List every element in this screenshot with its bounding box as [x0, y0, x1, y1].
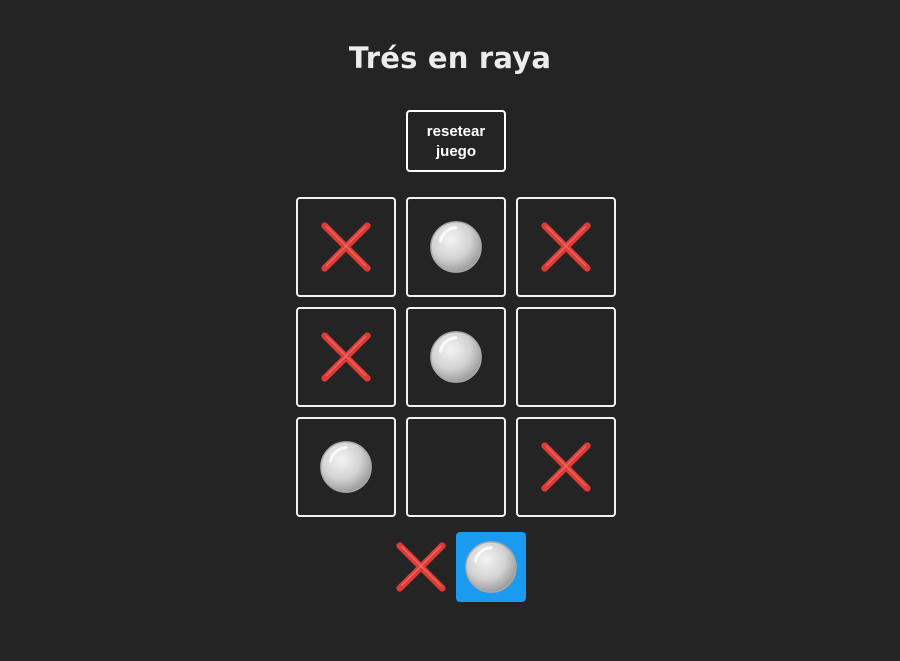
board-cell[interactable] [296, 307, 396, 407]
white-circle-icon [320, 441, 372, 493]
board-cell[interactable] [406, 307, 506, 407]
white-circle-icon [465, 541, 517, 593]
game-board [296, 197, 616, 517]
cross-mark-icon [396, 542, 446, 592]
board-cell[interactable] [406, 197, 506, 297]
game-page: Trés en raya resetear juego [0, 0, 900, 661]
cross-mark-icon [321, 222, 371, 272]
white-circle-icon [430, 221, 482, 273]
board-cell[interactable] [516, 307, 616, 407]
board-cell[interactable] [516, 197, 616, 297]
turn-option-o[interactable] [456, 532, 526, 602]
board-cell[interactable] [296, 197, 396, 297]
white-circle-icon [430, 331, 482, 383]
reset-game-button[interactable]: resetear juego [406, 110, 506, 172]
cross-mark-icon [541, 442, 591, 492]
board-cell[interactable] [296, 417, 396, 517]
cross-mark-icon [321, 332, 371, 382]
turn-option-x[interactable] [386, 532, 456, 602]
page-title: Trés en raya [348, 41, 552, 75]
board-cell[interactable] [406, 417, 506, 517]
turn-indicator [386, 532, 526, 602]
cross-mark-icon [541, 222, 591, 272]
board-cell[interactable] [516, 417, 616, 517]
